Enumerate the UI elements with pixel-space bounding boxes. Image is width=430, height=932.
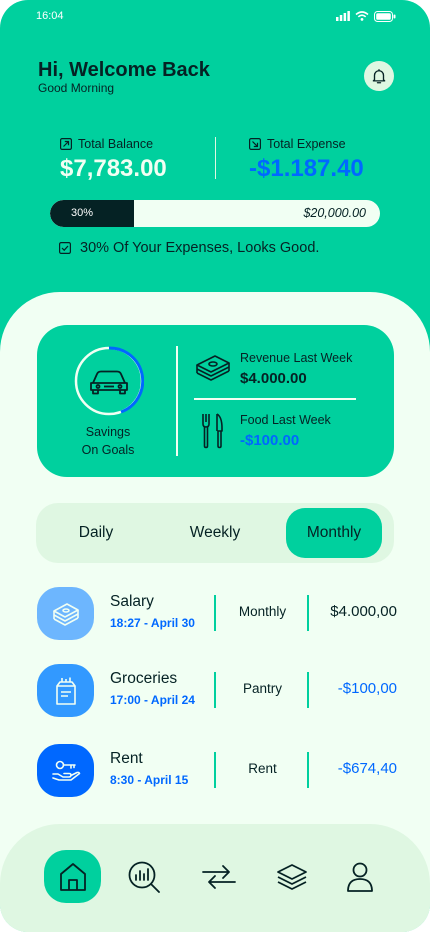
transaction-separator [307, 752, 309, 788]
transaction-amount: -$674,40 [337, 760, 397, 777]
transaction-time: 18:27 - April 30 [110, 616, 195, 630]
analysis-icon [128, 861, 160, 893]
revenue-label: Revenue Last Week [240, 351, 353, 365]
transaction-title: Salary [110, 593, 154, 610]
layers-icon [276, 863, 307, 890]
food-label: Food Last Week [240, 413, 331, 427]
tab-monthly[interactable]: Monthly [286, 508, 382, 558]
transaction-separator [214, 752, 216, 788]
card-divider-vertical [176, 346, 178, 456]
transaction-time: 17:00 - April 24 [110, 693, 195, 707]
total-expense-label: Total Expense [267, 137, 346, 151]
battery-icon [374, 10, 396, 22]
expense-progress-bar: 30% $20,000.00 [50, 200, 380, 227]
status-bar: 16:04 [36, 8, 396, 24]
money-icon [52, 602, 79, 626]
total-balance: Total Balance $7,783.00 [60, 137, 167, 183]
cash-stack-icon [196, 355, 230, 381]
total-expense: Total Expense -$1.187.40 [249, 137, 364, 183]
profile-icon [346, 862, 373, 892]
transfer-icon [201, 864, 236, 889]
savings-goal-label: Savings On Goals [62, 423, 154, 459]
transaction-amount: $4.000,00 [330, 603, 397, 620]
balance-divider [215, 137, 216, 179]
app-screen: 16:04 Hi, Welcome Back Good Morning Tota… [0, 0, 430, 932]
tab-daily[interactable]: Daily [48, 508, 144, 558]
transaction-time: 8:30 - April 15 [110, 773, 189, 787]
checkbox-icon [59, 242, 71, 254]
tab-weekly[interactable]: Weekly [167, 508, 263, 558]
signal-icon [336, 11, 350, 21]
savings-label-line1: Savings [85, 425, 131, 439]
page-title: Hi, Welcome Back [38, 59, 210, 81]
transaction-category: Pantry [242, 681, 283, 696]
rent-icon-tile [37, 744, 94, 797]
nav-home[interactable] [44, 850, 101, 903]
expense-status: 30% Of Your Expenses, Looks Good. [59, 240, 319, 256]
grocery-bag-icon [55, 677, 76, 705]
groceries-icon-tile [37, 664, 94, 717]
car-icon [90, 370, 128, 395]
progress-percent: 30% [71, 207, 94, 219]
transaction-category: Rent [248, 761, 277, 776]
nav-layers[interactable] [263, 850, 320, 903]
transaction-separator [214, 672, 216, 708]
savings-label-line2: On Goals [81, 443, 135, 457]
nav-analysis[interactable] [115, 850, 172, 903]
transaction-separator [307, 595, 309, 631]
notification-button[interactable] [364, 61, 394, 91]
transaction-row-groceries[interactable]: Groceries 17:00 - April 24 Pantry -$100,… [37, 664, 407, 718]
total-balance-value: $7,783.00 [60, 155, 167, 182]
transaction-separator [214, 595, 216, 631]
wifi-icon [355, 11, 369, 21]
transaction-amount: -$100,00 [337, 680, 397, 697]
fork-knife-icon [202, 413, 223, 449]
transaction-title: Groceries [110, 670, 178, 687]
status-time: 16:04 [36, 10, 64, 22]
card-divider-horizontal [194, 398, 356, 400]
transaction-title: Rent [110, 750, 143, 767]
progress-max: $20,000.00 [303, 206, 366, 220]
income-arrow-icon [60, 138, 72, 150]
total-balance-label: Total Balance [78, 137, 154, 151]
nav-profile[interactable] [331, 850, 388, 903]
salary-icon-tile [37, 587, 94, 640]
nav-transfer[interactable] [190, 850, 247, 903]
period-tabs: Daily Weekly Monthly [36, 503, 394, 563]
transaction-row-rent[interactable]: Rent 8:30 - April 15 Rent -$674,40 [37, 744, 407, 798]
revenue-value: $4.000.00 [240, 370, 307, 387]
expense-arrow-icon [249, 138, 261, 150]
transaction-separator [307, 672, 309, 708]
key-hand-icon [51, 760, 80, 781]
transaction-category: Monthly [238, 604, 287, 619]
page-subtitle: Good Morning [38, 81, 115, 95]
total-expense-value: -$1.187.40 [249, 155, 364, 182]
bell-icon [372, 69, 386, 84]
expense-status-text: 30% Of Your Expenses, Looks Good. [80, 240, 320, 256]
food-value: -$100.00 [240, 432, 300, 449]
status-icons [336, 10, 396, 22]
home-icon [59, 862, 86, 891]
transaction-row-salary[interactable]: Salary 18:27 - April 30 Monthly $4.000,0… [37, 587, 407, 641]
